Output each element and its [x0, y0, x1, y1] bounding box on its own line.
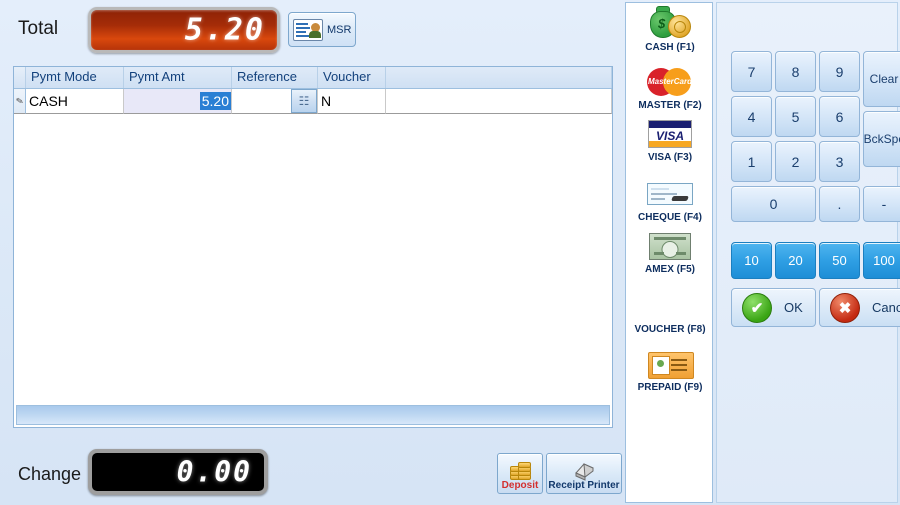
key-dash[interactable]: - — [863, 186, 900, 222]
deposit-button[interactable]: Deposit — [497, 453, 543, 494]
key-9[interactable]: 9 — [819, 51, 860, 92]
numeric-keypad: 7 8 9 Clear 4 5 6 BckSpc 1 2 3 0 . - 10 … — [716, 2, 900, 503]
grid-empty-area[interactable] — [14, 114, 612, 405]
payment-method-label: CHEQUE (F4) — [638, 212, 702, 223]
ok-button[interactable]: ✔ OK — [731, 288, 816, 327]
amex-card-icon — [626, 229, 714, 263]
mastercard-icon: MasterCard — [626, 65, 714, 99]
payment-methods-panel: CASH (F1) MasterCard MASTER (F2) VISA VI… — [625, 2, 713, 503]
payment-method-cash[interactable]: CASH (F1) — [626, 6, 714, 53]
quick-amount-10[interactable]: 10 — [731, 242, 772, 279]
total-value: 5.20 — [184, 12, 265, 48]
pymt-amt-value: 5.20 — [199, 92, 231, 110]
mastercard-brand-text: MasterCard — [647, 77, 692, 86]
payment-method-voucher[interactable]: VOUCHER (F8) — [626, 323, 714, 335]
cell-reference[interactable]: ☷ — [232, 89, 318, 114]
table-row[interactable]: ✎ CASH 5.20 ☷ N — [14, 89, 612, 114]
cancel-label: Cancel — [872, 300, 900, 315]
payment-method-label: VISA (F3) — [647, 152, 693, 163]
x-circle-icon: ✖ — [830, 292, 860, 323]
payment-method-label: AMEX (F5) — [645, 264, 695, 275]
printer-icon — [575, 463, 594, 481]
payment-screen: Total 5.20 MSR Pymt Mode Pymt Amt Refere… — [0, 0, 900, 505]
payment-method-cheque[interactable]: CHEQUE (F4) — [626, 177, 714, 223]
payment-method-label: MASTER (F2) — [638, 100, 702, 111]
key-0[interactable]: 0 — [731, 186, 816, 222]
cheque-icon — [626, 177, 714, 211]
id-card-icon — [293, 18, 323, 41]
key-3[interactable]: 3 — [819, 141, 860, 182]
column-header-pymt-mode[interactable]: Pymt Mode — [26, 67, 124, 88]
cell-pymt-amt[interactable]: 5.20 — [124, 89, 232, 114]
payment-method-master[interactable]: MasterCard MASTER (F2) — [626, 65, 714, 111]
coins-icon — [509, 460, 531, 480]
payment-method-amex[interactable]: AMEX (F5) — [626, 229, 714, 275]
column-header-pymt-amt[interactable]: Pymt Amt — [124, 67, 232, 88]
total-label: Total — [18, 18, 59, 39]
payment-grid[interactable]: Pymt Mode Pymt Amt Reference Voucher ✎ C… — [13, 66, 613, 428]
payment-method-visa[interactable]: VISA VISA (F3) — [626, 117, 714, 163]
receipt-printer-label: Receipt Printer — [548, 480, 620, 491]
msr-button[interactable]: MSR — [288, 12, 356, 47]
key-dot[interactable]: . — [819, 186, 860, 222]
change-display: 0.00 — [88, 449, 268, 495]
visa-icon: VISA — [626, 117, 714, 151]
quick-amount-50[interactable]: 50 — [819, 242, 860, 279]
grid-footer-bar — [16, 405, 610, 425]
quick-amount-100[interactable]: 100 — [863, 242, 900, 279]
key-backspace[interactable]: BckSpc — [863, 111, 900, 167]
row-edit-indicator: ✎ — [14, 89, 26, 114]
total-display: 5.20 — [88, 7, 280, 53]
payment-method-label: PREPAID (F9) — [637, 382, 703, 393]
key-5[interactable]: 5 — [775, 96, 816, 137]
pencil-icon: ✎ — [14, 94, 24, 107]
key-clear[interactable]: Clear — [863, 51, 900, 107]
check-circle-icon: ✔ — [742, 292, 772, 323]
key-1[interactable]: 1 — [731, 141, 772, 182]
quick-amount-20[interactable]: 20 — [775, 242, 816, 279]
grid-header-row: Pymt Mode Pymt Amt Reference Voucher — [14, 67, 612, 89]
key-4[interactable]: 4 — [731, 96, 772, 137]
visa-brand-text: VISA — [655, 129, 684, 143]
payment-method-label: CASH (F1) — [645, 42, 695, 53]
cell-filler — [386, 89, 612, 114]
cell-pymt-mode[interactable]: CASH — [26, 89, 124, 114]
payment-method-label: VOUCHER (F8) — [634, 324, 706, 335]
grid-corner-cell — [14, 67, 26, 88]
total-row: Total 5.20 MSR — [0, 0, 622, 62]
change-value: 0.00 — [176, 455, 252, 489]
key-2[interactable]: 2 — [775, 141, 816, 182]
key-7[interactable]: 7 — [731, 51, 772, 92]
deposit-label: Deposit — [501, 480, 539, 491]
lookup-icon[interactable]: ☷ — [291, 89, 317, 113]
cancel-button[interactable]: ✖ Cancel — [819, 288, 900, 327]
change-label: Change — [18, 464, 82, 484]
column-header-filler — [386, 67, 612, 88]
cash-bag-icon — [626, 6, 714, 41]
key-8[interactable]: 8 — [775, 51, 816, 92]
column-header-reference[interactable]: Reference — [232, 67, 318, 88]
payment-method-prepaid[interactable]: PREPAID (F9) — [626, 347, 714, 393]
msr-label: MSR — [327, 23, 352, 36]
main-panel: Total 5.20 MSR Pymt Mode Pymt Amt Refere… — [0, 0, 622, 505]
receipt-printer-button[interactable]: Receipt Printer — [546, 453, 622, 494]
column-header-voucher[interactable]: Voucher — [318, 67, 386, 88]
ok-label: OK — [784, 300, 803, 315]
key-6[interactable]: 6 — [819, 96, 860, 137]
cell-voucher[interactable]: N — [318, 89, 386, 114]
prepaid-card-icon — [626, 347, 714, 381]
